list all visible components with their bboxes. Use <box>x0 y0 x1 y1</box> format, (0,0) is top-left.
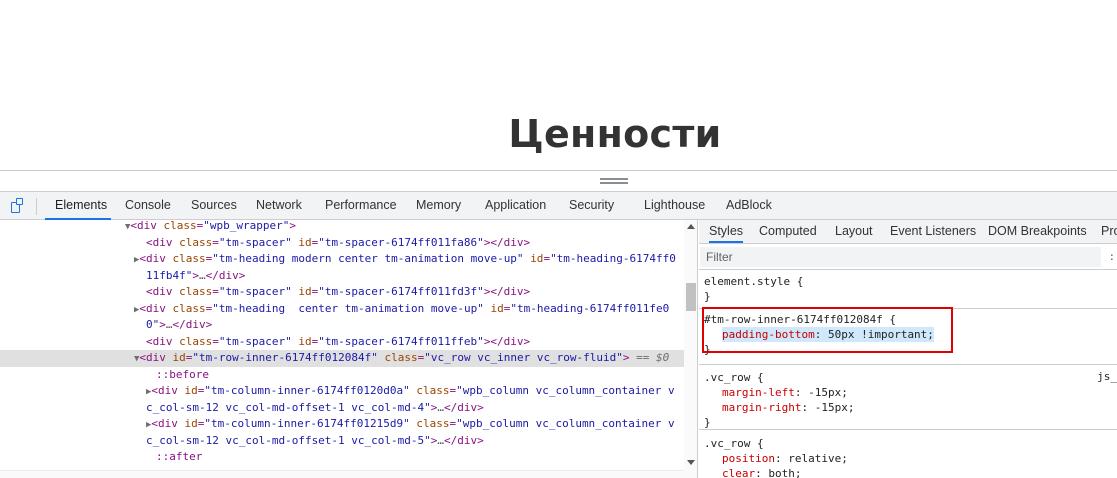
devtools-tabbar: Elements Console Sources Network Perform… <box>0 191 1117 220</box>
css-property-value[interactable]: relative; <box>788 452 848 465</box>
dom-pseudo-after[interactable]: ::after <box>156 449 697 466</box>
tab-performance[interactable]: Performance <box>325 192 397 220</box>
subtab-event-listeners[interactable]: Event Listeners <box>890 220 976 243</box>
tab-lighthouse[interactable]: Lighthouse <box>644 192 705 220</box>
css-selector[interactable]: .vc_row { <box>704 436 764 451</box>
css-property-name[interactable]: position <box>722 452 775 465</box>
tab-elements[interactable]: Elements <box>45 192 111 220</box>
dom-node[interactable]: ▶<div id="tm-column-inner-6174ff0120d0a"… <box>146 383 697 400</box>
subtab-layout[interactable]: Layout <box>835 220 873 243</box>
styles-filter-input[interactable] <box>700 247 1101 267</box>
dom-node[interactable]: <div class="tm-spacer" id="tm-spacer-617… <box>146 235 697 252</box>
tab-memory[interactable]: Memory <box>416 192 461 220</box>
dom-node[interactable]: <div class="tm-spacer" id="tm-spacer-617… <box>146 284 697 301</box>
tab-security[interactable]: Security <box>569 192 614 220</box>
dom-node[interactable]: <div class="tm-spacer" id="tm-spacer-617… <box>146 334 697 351</box>
tab-divider <box>36 198 37 215</box>
css-property-value[interactable]: -15px; <box>815 401 855 414</box>
dom-pseudo-before[interactable]: ::before <box>156 367 697 384</box>
tab-adblock[interactable]: AdBlock <box>726 192 772 220</box>
dom-node[interactable]: ▶<div class="tm-heading center tm-animat… <box>134 301 697 318</box>
elements-vertical-scrollbar[interactable] <box>684 220 697 478</box>
css-property-name[interactable]: clear <box>722 467 755 478</box>
css-declaration[interactable]: position: relative; <box>722 451 848 466</box>
page-viewport: Ценности <box>0 0 1117 170</box>
dom-node[interactable]: ▶<div id="tm-column-inner-6174ff01215d9"… <box>146 416 697 433</box>
tab-sources[interactable]: Sources <box>191 192 237 220</box>
dom-node-selected[interactable]: ▼<div id="tm-row-inner-6174ff012084f" cl… <box>0 350 684 367</box>
more-options-icon[interactable]: : <box>1110 250 1114 263</box>
subtab-computed[interactable]: Computed <box>759 220 817 243</box>
dom-node-continued: c_col-sm-12 vc_col-md-offset-1 vc_col-md… <box>146 400 484 414</box>
scroll-thumb[interactable] <box>686 283 696 311</box>
dom-node[interactable]: ▼<div class="wpb_wrapper"> <box>125 220 697 235</box>
css-rule-close: } <box>704 290 711 303</box>
styles-filter-row: : <box>699 245 1117 270</box>
css-rule-source-link[interactable]: js_ <box>1097 370 1117 383</box>
resize-handle[interactable] <box>600 178 628 184</box>
css-rule-element-style: element.style { } <box>699 271 1117 309</box>
dom-node-continued: 11fb4f">…</div> <box>146 268 246 282</box>
dom-node-continued: 0">…</div> <box>146 318 213 331</box>
css-selector[interactable]: element.style { <box>704 274 803 289</box>
scroll-down-icon[interactable] <box>687 460 695 465</box>
css-property-value[interactable]: both; <box>768 467 801 478</box>
highlight-annotation-box <box>702 307 953 353</box>
tab-network[interactable]: Network <box>256 192 302 220</box>
device-toggle-icon[interactable] <box>8 197 26 215</box>
dom-node[interactable]: ▶<div class="tm-heading modern center tm… <box>134 251 697 268</box>
css-rule-vc-row: .vc_row { position: relative; clear: bot… <box>699 430 1117 478</box>
subtab-properties[interactable]: Pro <box>1101 220 1117 243</box>
subtab-styles[interactable]: Styles <box>709 220 744 243</box>
styles-subtabbar: Styles Computed Layout Event Listeners D… <box>699 220 1117 244</box>
css-property-name[interactable]: margin-left <box>722 386 795 399</box>
elements-dom-tree[interactable]: ▼<div class="wpb_wrapper"> <div class="t… <box>0 220 698 478</box>
dom-node-continued: c_col-sm-12 vc_col-md-offset-1 vc_col-md… <box>146 433 484 447</box>
subtab-dom-breakpoints[interactable]: DOM Breakpoints <box>988 220 1087 243</box>
page-heading: Ценности <box>508 112 722 156</box>
tab-application[interactable]: Application <box>485 192 546 220</box>
css-selector[interactable]: .vc_row { <box>704 370 764 385</box>
scroll-up-icon[interactable] <box>687 224 695 229</box>
css-rule-close: } <box>704 416 711 429</box>
css-declaration[interactable]: clear: both; <box>722 466 802 478</box>
css-declaration[interactable]: margin-left: -15px; <box>722 385 848 400</box>
css-property-value[interactable]: -15px; <box>808 386 848 399</box>
css-property-name[interactable]: margin-right <box>722 401 801 414</box>
tab-console[interactable]: Console <box>125 192 171 220</box>
elements-horizontal-scrollbar[interactable] <box>0 470 684 478</box>
css-rule-vc-row: .vc_row { js_ margin-left: -15px; margin… <box>699 365 1117 430</box>
css-declaration[interactable]: margin-right: -15px; <box>722 400 854 415</box>
